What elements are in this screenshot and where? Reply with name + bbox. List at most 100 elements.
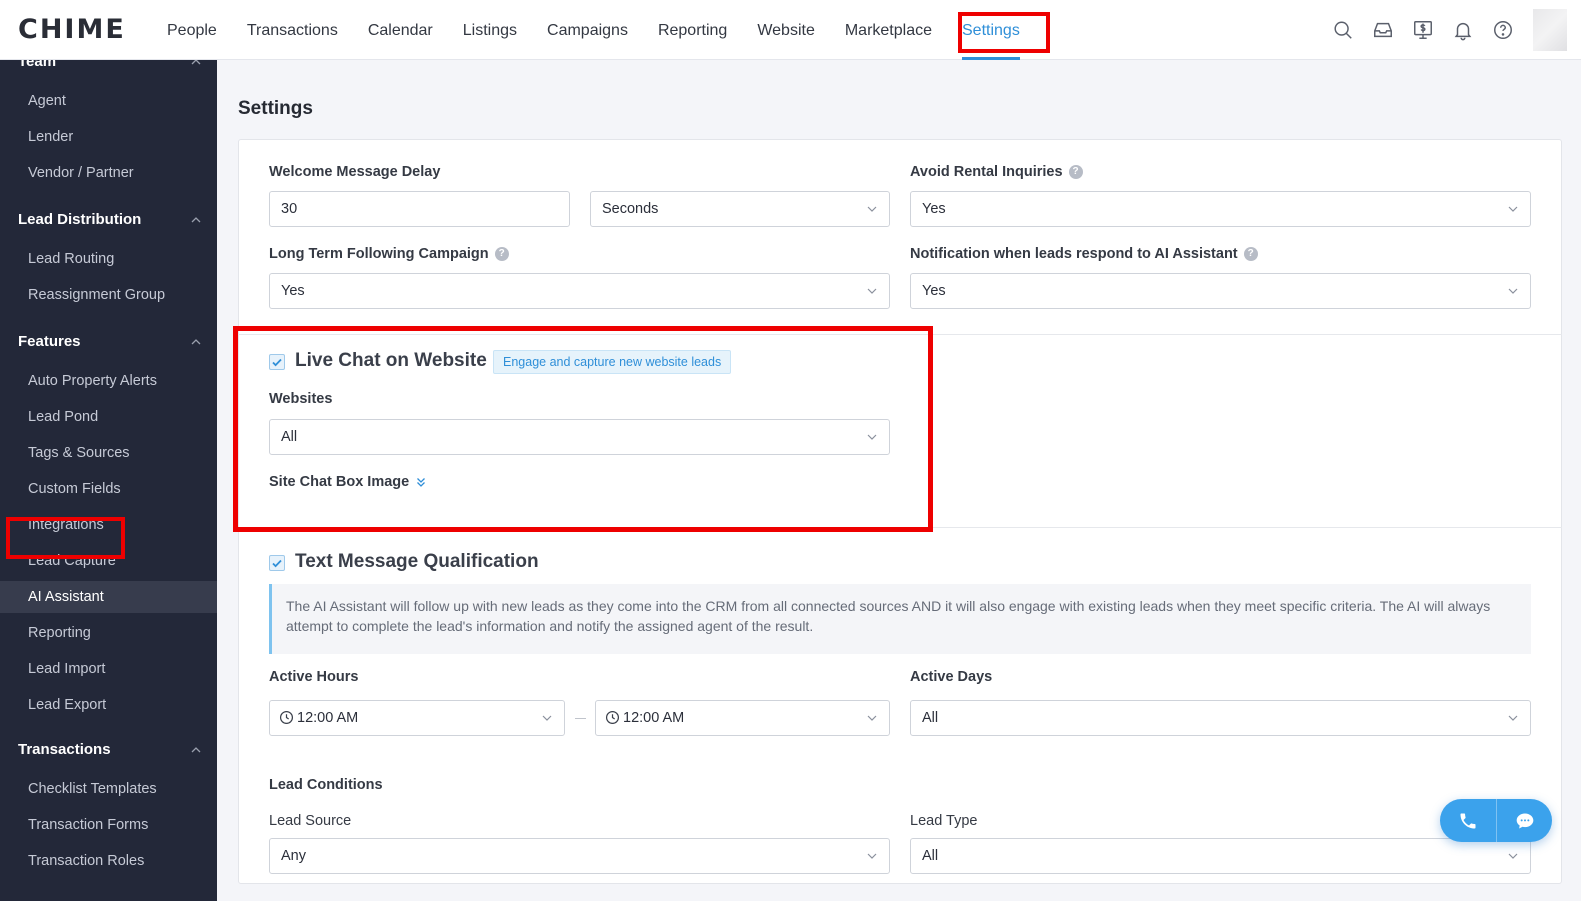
chevron-down-icon bbox=[1508, 206, 1518, 212]
phone-icon bbox=[1460, 813, 1476, 828]
nav-calendar[interactable]: Calendar bbox=[353, 0, 448, 60]
chevron-down-icon bbox=[867, 715, 877, 721]
sidebar-item-vendor-partner[interactable]: Vendor / Partner bbox=[0, 157, 217, 189]
search-icon[interactable] bbox=[1323, 10, 1363, 50]
label-text: Welcome Message Delay bbox=[269, 164, 441, 180]
sidebar-section-features[interactable]: Features bbox=[18, 333, 202, 350]
label-text: Active Hours bbox=[269, 669, 359, 685]
label-text: Notification when leads respond to AI As… bbox=[910, 246, 1238, 262]
sidebar-section-team[interactable]: Team bbox=[18, 60, 202, 70]
active-hours-label: Active Hours bbox=[269, 669, 358, 685]
sidebar-item-ai-assistant[interactable]: AI Assistant bbox=[0, 581, 217, 613]
range-separator bbox=[575, 718, 586, 719]
label-text: Long Term Following Campaign bbox=[269, 246, 489, 262]
floating-contact-buttons bbox=[1440, 799, 1552, 842]
welcome-delay-input[interactable]: 30 bbox=[269, 191, 570, 227]
lead-type-select[interactable]: All bbox=[910, 838, 1531, 874]
clock-icon bbox=[279, 710, 294, 725]
nav-website[interactable]: Website bbox=[742, 0, 830, 60]
checkmark-icon bbox=[272, 559, 282, 568]
page-title: Settings bbox=[238, 98, 313, 119]
billing-icon[interactable] bbox=[1403, 10, 1443, 50]
field-value: Yes bbox=[922, 201, 946, 217]
active-days-select[interactable]: All bbox=[910, 700, 1531, 736]
sidebar-item-reporting[interactable]: Reporting bbox=[0, 617, 217, 649]
text-qualification-info: The AI Assistant will follow up with new… bbox=[269, 584, 1531, 654]
chevron-down-icon bbox=[867, 288, 877, 294]
sidebar-item-transaction-roles[interactable]: Transaction Roles bbox=[0, 845, 217, 877]
sidebar-item-lender[interactable]: Lender bbox=[0, 121, 217, 153]
label-text: Active Days bbox=[910, 669, 993, 685]
clock-icon bbox=[605, 710, 620, 725]
sidebar-item-checklist-templates[interactable]: Checklist Templates bbox=[0, 773, 217, 805]
nav-transactions[interactable]: Transactions bbox=[232, 0, 353, 60]
label-text: Lead Conditions bbox=[269, 777, 383, 793]
call-button[interactable] bbox=[1440, 799, 1496, 842]
chevron-down-icon bbox=[1508, 853, 1518, 859]
avoid-rental-label: Avoid Rental Inquiries ? bbox=[910, 164, 1083, 180]
question-icon[interactable]: ? bbox=[1243, 247, 1258, 261]
nav-marketplace[interactable]: Marketplace bbox=[830, 0, 947, 60]
lead-type-label: Lead Type bbox=[910, 813, 977, 829]
main-nav: People Transactions Calendar Listings Ca… bbox=[152, 0, 1035, 60]
sidebar-item-tags-sources[interactable]: Tags & Sources bbox=[0, 437, 217, 469]
lead-source-label: Lead Source bbox=[269, 813, 351, 829]
top-navigation-bar: CHIME People Transactions Calendar Listi… bbox=[0, 0, 1581, 60]
long-term-select[interactable]: Yes bbox=[269, 273, 890, 309]
bell-icon[interactable] bbox=[1443, 10, 1483, 50]
lead-source-select[interactable]: Any bbox=[269, 838, 890, 874]
inbox-icon[interactable] bbox=[1363, 10, 1403, 50]
label-text: Lead Source bbox=[269, 813, 352, 829]
sidebar-section-lead-distribution[interactable]: Lead Distribution bbox=[18, 211, 202, 228]
sidebar-item-lead-pond[interactable]: Lead Pond bbox=[0, 401, 217, 433]
sidebar-section-title: Transactions bbox=[18, 741, 111, 758]
chevron-down-icon bbox=[542, 715, 552, 721]
sidebar: Team Agent Lender Vendor / Partner Lead … bbox=[0, 60, 217, 901]
chat-bubble-icon bbox=[1516, 813, 1533, 828]
text-qualification-checkbox[interactable] bbox=[269, 555, 285, 571]
sidebar-item-custom-fields[interactable]: Custom Fields bbox=[0, 473, 217, 505]
settings-highlight-box bbox=[958, 12, 1050, 53]
active-hours-to-select[interactable]: 12:00 AM bbox=[595, 700, 890, 736]
chevron-down-icon bbox=[867, 853, 877, 859]
long-term-label: Long Term Following Campaign ? bbox=[269, 246, 509, 262]
sidebar-item-lead-import[interactable]: Lead Import bbox=[0, 653, 217, 685]
sidebar-item-lead-export[interactable]: Lead Export bbox=[0, 689, 217, 721]
sidebar-item-reassignment-group[interactable]: Reassignment Group bbox=[0, 279, 217, 311]
active-hours-from-select[interactable]: 12:00 AM bbox=[269, 700, 565, 736]
field-value: Yes bbox=[922, 283, 946, 299]
sidebar-item-auto-property-alerts[interactable]: Auto Property Alerts bbox=[0, 365, 217, 397]
label-text: Avoid Rental Inquiries bbox=[910, 164, 1063, 180]
sidebar-section-transactions[interactable]: Transactions bbox=[18, 741, 202, 758]
nav-listings[interactable]: Listings bbox=[448, 0, 532, 60]
welcome-delay-label: Welcome Message Delay bbox=[269, 164, 440, 180]
help-icon[interactable] bbox=[1483, 10, 1523, 50]
field-value: All bbox=[922, 848, 939, 864]
sidebar-section-title: Lead Distribution bbox=[18, 211, 142, 228]
sidebar-item-agent[interactable]: Agent bbox=[0, 85, 217, 117]
nav-people[interactable]: People bbox=[152, 0, 232, 60]
field-value: 30 bbox=[281, 201, 298, 217]
question-icon[interactable]: ? bbox=[1068, 165, 1083, 179]
chevron-up-icon bbox=[191, 746, 201, 752]
chevron-up-icon bbox=[191, 60, 201, 64]
chime-logo[interactable]: CHIME bbox=[18, 14, 126, 45]
delay-unit-select[interactable]: Seconds bbox=[590, 191, 890, 227]
avoid-rental-select[interactable]: Yes bbox=[910, 191, 1531, 227]
chat-button[interactable] bbox=[1496, 799, 1552, 842]
nav-campaigns[interactable]: Campaigns bbox=[532, 0, 643, 60]
chevron-down-icon bbox=[1508, 715, 1518, 721]
notification-label: Notification when leads respond to AI As… bbox=[910, 246, 1258, 262]
chevron-up-icon bbox=[191, 338, 201, 344]
nav-reporting[interactable]: Reporting bbox=[643, 0, 742, 60]
field-value: 12:00 AM bbox=[623, 710, 685, 726]
user-avatar[interactable] bbox=[1533, 9, 1567, 51]
chevron-down-icon bbox=[1508, 288, 1518, 294]
sidebar-item-transaction-forms[interactable]: Transaction Forms bbox=[0, 809, 217, 841]
active-days-label: Active Days bbox=[910, 669, 992, 685]
question-icon[interactable]: ? bbox=[494, 247, 509, 261]
top-icon-group bbox=[1323, 0, 1581, 60]
notification-select[interactable]: Yes bbox=[910, 273, 1531, 309]
sidebar-item-lead-routing[interactable]: Lead Routing bbox=[0, 243, 217, 275]
chevron-down-icon bbox=[867, 206, 877, 212]
